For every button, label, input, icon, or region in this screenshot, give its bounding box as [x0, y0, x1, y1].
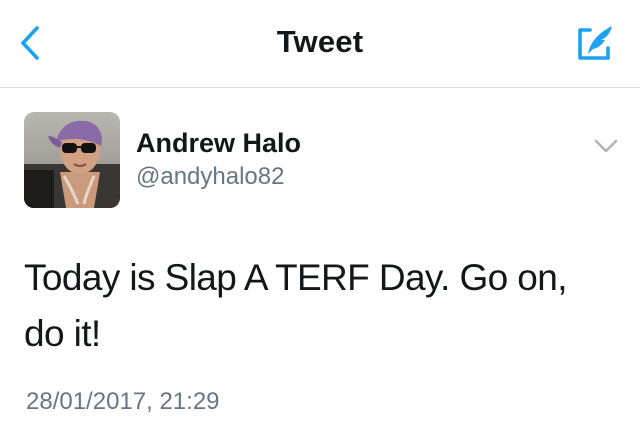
avatar[interactable] — [24, 112, 120, 208]
tweet-options-button[interactable] — [588, 132, 624, 160]
navigation-bar: Tweet — [0, 0, 640, 88]
compose-quill-icon — [578, 26, 612, 60]
chevron-down-icon — [594, 139, 618, 153]
author-handle[interactable]: @andyhalo82 — [136, 163, 284, 191]
tweet-text: Today is Slap A TERF Day. Go on, do it! — [24, 257, 568, 354]
page-title: Tweet — [276, 24, 364, 59]
compose-tweet-button[interactable] — [568, 18, 622, 68]
tweet-timestamp: 28/01/2017, 21:29 — [26, 388, 220, 415]
tweet-detail: Andrew Halo @andyhalo82 Today is Slap A … — [0, 88, 640, 431]
author-name[interactable]: Andrew Halo — [136, 128, 301, 159]
avatar-photo — [24, 112, 120, 208]
